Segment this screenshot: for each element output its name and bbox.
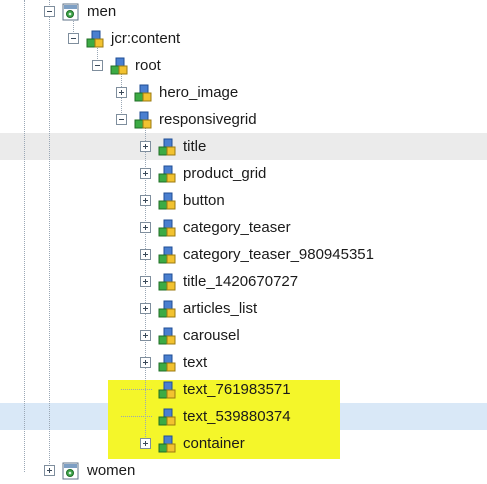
collapse-icon[interactable]: [68, 33, 79, 44]
expand-icon[interactable]: [140, 249, 151, 260]
expand-icon[interactable]: [44, 465, 55, 476]
tree-node-title-1420670727[interactable]: title_1420670727: [140, 268, 298, 295]
node-icon: [158, 219, 176, 236]
expand-icon[interactable]: [140, 357, 151, 368]
node-icon: [158, 246, 176, 263]
expand-icon[interactable]: [140, 276, 151, 287]
expand-icon[interactable]: [140, 195, 151, 206]
tree-node-label: responsivegrid: [159, 111, 257, 128]
tree-node-carousel[interactable]: carousel: [140, 322, 240, 349]
node-icon: [134, 84, 152, 101]
tree-node-root[interactable]: root: [92, 52, 161, 79]
tree-node-label: button: [183, 192, 225, 209]
tree-node-label: category_teaser_980945351: [183, 246, 374, 263]
tree-node-label: category_teaser: [183, 219, 291, 236]
collapse-icon[interactable]: [44, 6, 55, 17]
expand-icon[interactable]: [140, 303, 151, 314]
tree-node-label: jcr:content: [111, 30, 181, 47]
tree-node-label: hero_image: [159, 84, 239, 101]
expand-icon[interactable]: [140, 330, 151, 341]
tree-node-text-761983571[interactable]: text_761983571: [140, 376, 291, 403]
expand-icon[interactable]: [140, 438, 151, 449]
tree-node-label: title: [183, 138, 207, 155]
node-icon: [110, 57, 128, 74]
tree-node-text[interactable]: text: [140, 349, 207, 376]
tree-node-responsivegrid[interactable]: responsivegrid: [116, 106, 257, 133]
tree-node-label: articles_list: [183, 300, 258, 317]
tree-node-label: text_761983571: [183, 381, 291, 398]
node-icon: [158, 165, 176, 182]
node-icon: [158, 192, 176, 209]
tree-node-label: title_1420670727: [183, 273, 299, 290]
tree-node-container[interactable]: container: [140, 430, 245, 457]
tree-node-button[interactable]: button: [140, 187, 225, 214]
expand-icon[interactable]: [140, 168, 151, 179]
tree-node-hero-image[interactable]: hero_image: [116, 79, 238, 106]
node-icon: [86, 30, 104, 47]
tree-node-label: container: [183, 435, 245, 452]
tree-node-label: root: [135, 57, 161, 74]
expand-icon[interactable]: [140, 222, 151, 233]
node-icon: [158, 408, 176, 425]
tree-node-title[interactable]: title: [140, 133, 206, 160]
node-icon: [134, 111, 152, 128]
tree-node-jcr-content[interactable]: jcr:content: [68, 25, 180, 52]
node-icon: [158, 327, 176, 344]
tree-node-category-teaser[interactable]: category_teaser: [140, 214, 291, 241]
node-icon: [158, 273, 176, 290]
tree-node-product-grid[interactable]: product_grid: [140, 160, 266, 187]
collapse-icon[interactable]: [116, 114, 127, 125]
node-icon: [158, 354, 176, 371]
tree-node-label: text: [183, 354, 208, 371]
expand-icon[interactable]: [140, 141, 151, 152]
expand-icon[interactable]: [116, 87, 127, 98]
node-icon: [158, 300, 176, 317]
tree-node-label: product_grid: [183, 165, 267, 182]
hover-row-background: [0, 133, 487, 160]
tree-connector: [49, 11, 50, 472]
tree-node-category-teaser-980945351[interactable]: category_teaser_980945351: [140, 241, 374, 268]
page-icon: [62, 462, 79, 479]
tree-node-women[interactable]: women: [44, 457, 135, 484]
tree-node-articles-list[interactable]: articles_list: [140, 295, 257, 322]
tree-node-men[interactable]: men: [44, 0, 116, 25]
node-icon: [158, 435, 176, 452]
node-icon: [158, 381, 176, 398]
node-icon: [158, 138, 176, 155]
tree-node-label: carousel: [183, 327, 240, 344]
tree-node-label: women: [87, 462, 136, 479]
collapse-icon[interactable]: [92, 60, 103, 71]
tree-node-label: text_539880374: [183, 408, 291, 425]
tree-node-label: men: [87, 3, 117, 20]
tree-node-text-539880374[interactable]: text_539880374: [140, 403, 291, 430]
tree-connector: [24, 0, 25, 472]
page-icon: [62, 3, 79, 20]
